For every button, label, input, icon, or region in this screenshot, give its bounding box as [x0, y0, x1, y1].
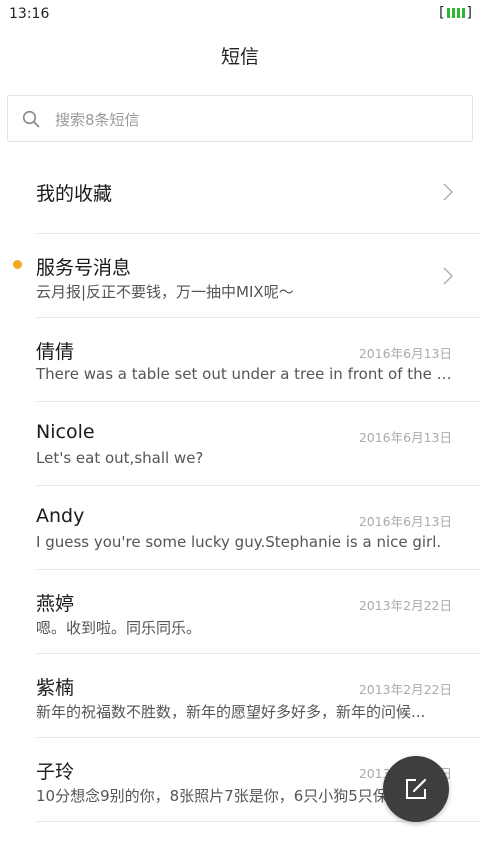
message-preview: Let's eat out,shall we?: [36, 449, 204, 467]
message-date: 2013年2月22日: [358, 598, 452, 613]
service-name: 服务号消息: [36, 257, 132, 279]
conversation-row[interactable]: Nicole 2016年6月13日 Let's eat out,shall we…: [0, 402, 480, 486]
conversation-row[interactable]: 燕婷 2013年2月22日 嗯。收到啦。同乐同乐。: [0, 570, 480, 654]
message-date: 2016年6月13日: [358, 430, 452, 445]
search-input[interactable]: 搜索8条短信: [7, 95, 473, 142]
contact-name: 倩倩: [36, 341, 75, 363]
compose-button[interactable]: [383, 756, 449, 822]
conversation-row[interactable]: 紫楠 2013年2月22日 新年的祝福数不胜数，新年的愿望好多好多，新年的问候.…: [0, 654, 480, 738]
compose-icon: [406, 778, 427, 799]
contact-name: 紫楠: [36, 677, 75, 699]
battery-bracket-left: [: [439, 5, 445, 21]
chevron-right-icon: [443, 267, 454, 285]
title-bar: 短信: [0, 28, 480, 86]
page-title: 短信: [220, 46, 259, 68]
service-messages-row[interactable]: 服务号消息 云月报|反正不要钱，万一抽中MIX呢～: [0, 234, 480, 318]
contact-name: Andy: [36, 505, 85, 527]
message-preview: 嗯。收到啦。同乐同乐。: [36, 619, 202, 637]
contact-name: 子玲: [36, 761, 75, 783]
battery-bracket-right: ]: [466, 5, 472, 21]
chevron-right-icon: [443, 183, 454, 201]
message-date: 2013年2月22日: [358, 682, 452, 697]
search-placeholder: 搜索8条短信: [55, 111, 140, 129]
message-date: 2016年6月13日: [358, 514, 452, 529]
message-date: 2016年6月13日: [358, 346, 452, 361]
message-preview: There was a table set out under a tree i…: [36, 365, 452, 383]
battery-icon: [ ]: [439, 5, 472, 21]
conversation-row[interactable]: 倩倩 2016年6月13日 There was a table set out …: [0, 318, 480, 402]
contact-name: 燕婷: [36, 593, 75, 615]
contact-name: Nicole: [36, 421, 95, 443]
message-preview: 新年的祝福数不胜数，新年的愿望好多好多，新年的问候...: [36, 703, 426, 721]
unread-dot: [13, 260, 22, 269]
status-bar: 13:16 [ ]: [0, 0, 480, 28]
conversation-row[interactable]: Andy 2016年6月13日 I guess you're some luck…: [0, 486, 480, 570]
service-preview: 云月报|反正不要钱，万一抽中MIX呢～: [36, 283, 294, 301]
favorites-label: 我的收藏: [36, 183, 113, 205]
search-icon: [22, 110, 40, 128]
message-preview: I guess you're some lucky guy.Stephanie …: [36, 533, 442, 551]
favorites-row[interactable]: 我的收藏: [0, 150, 480, 234]
status-time: 13:16: [9, 6, 50, 22]
